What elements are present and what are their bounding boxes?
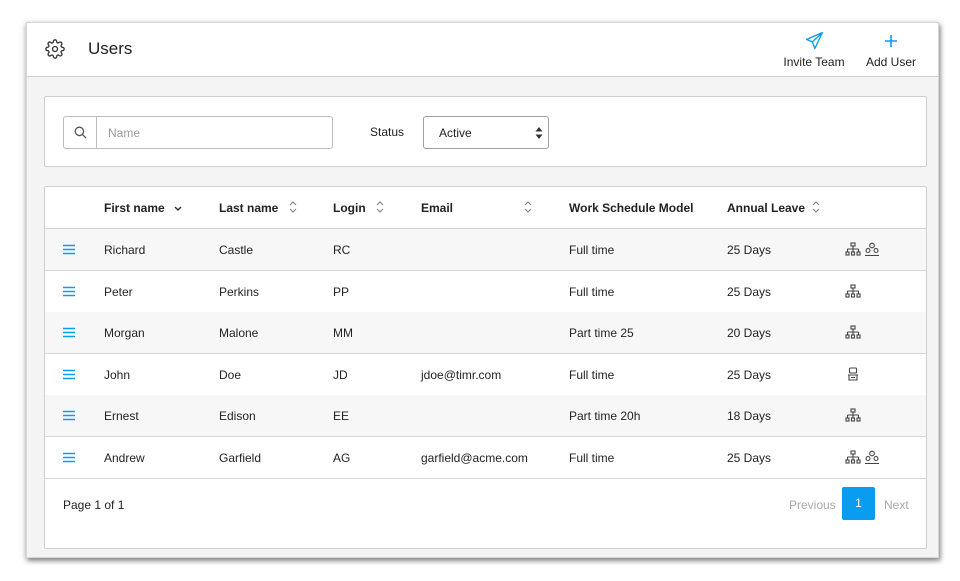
page-summary: Page 1 of 1: [63, 498, 125, 512]
sort-both-icon[interactable]: [811, 200, 821, 214]
search-box: [63, 116, 333, 149]
gear-icon[interactable]: [45, 39, 65, 59]
invite-team-label: Invite Team: [783, 55, 845, 69]
search-icon: [74, 126, 87, 139]
column-last-name[interactable]: Last name: [219, 201, 278, 215]
row-status-icons: [845, 284, 864, 298]
row-menu-icon[interactable]: [63, 369, 75, 380]
cell-first-name: Ernest: [104, 409, 139, 424]
table-row[interactable]: John Doe JD jdoe@timr.com Full time 25 Days: [45, 354, 926, 396]
cell-work-schedule: Full time: [569, 243, 615, 257]
cell-first-name: Richard: [104, 243, 146, 257]
cell-annual-leave: 20 Days: [727, 326, 772, 341]
cell-last-name: Garfield: [219, 451, 262, 465]
cell-last-name: Malone: [219, 326, 259, 341]
cell-last-name: Edison: [219, 409, 256, 424]
table-row[interactable]: Morgan Malone MM Part time 25 20 Days: [45, 312, 926, 355]
cell-email: jdoe@timr.com: [421, 367, 502, 382]
row-status-icons: [845, 450, 883, 465]
org-chart-icon: [845, 325, 861, 339]
cell-login: MM: [333, 326, 353, 341]
cell-email: garfield@acme.com: [421, 451, 528, 465]
add-user-button[interactable]: Add User: [863, 31, 919, 69]
row-menu-icon[interactable]: [63, 452, 75, 463]
page-1-button[interactable]: 1: [842, 487, 875, 520]
cell-work-schedule: Full time: [569, 284, 615, 299]
cell-login: AG: [333, 451, 351, 465]
cell-annual-leave: 18 Days: [727, 409, 772, 424]
column-first-name[interactable]: First name: [104, 201, 165, 215]
status-label: Status: [370, 125, 405, 139]
cell-work-schedule: Part time 20h: [569, 409, 641, 424]
row-menu-icon[interactable]: [63, 327, 75, 338]
org-chart-icon: [845, 284, 861, 298]
org-chart-icon: [845, 450, 861, 464]
previous-page-button[interactable]: Previous: [789, 498, 836, 512]
users-window: Users Invite Team Add User Sta: [26, 22, 939, 558]
cell-login: EE: [333, 409, 350, 424]
users-group-icon: [864, 242, 880, 257]
cell-login: JD: [333, 367, 348, 382]
status-select[interactable]: Active: [423, 116, 549, 149]
cell-login: PP: [333, 284, 350, 299]
plus-icon: [885, 35, 897, 47]
name-search-input[interactable]: [98, 117, 328, 148]
users-group-icon: [864, 450, 880, 465]
table-row[interactable]: Peter Perkins PP Full time 25 Days: [45, 271, 926, 313]
cell-annual-leave: 25 Days: [727, 243, 772, 257]
cell-last-name: Perkins: [219, 284, 260, 299]
column-login[interactable]: Login: [333, 201, 366, 215]
paper-plane-icon: [805, 31, 823, 50]
column-work-schedule-model: Work Schedule Model: [569, 201, 694, 215]
sort-both-icon[interactable]: [288, 200, 298, 214]
row-status-icons: [845, 325, 864, 339]
cell-annual-leave: 25 Days: [727, 367, 772, 382]
cell-last-name: Castle: [219, 243, 254, 257]
table-row[interactable]: Richard Castle RC Full time 25 Days: [45, 229, 926, 271]
table-header: First name Last name Login Email Work Sc…: [45, 187, 926, 229]
row-status-icons: [845, 242, 883, 257]
cell-first-name: John: [104, 367, 131, 382]
org-chart-icon: [845, 408, 861, 422]
cell-work-schedule: Full time: [569, 451, 615, 465]
column-annual-leave[interactable]: Annual Leave: [727, 201, 805, 215]
status-select-value: Active: [439, 126, 472, 140]
cell-last-name: Doe: [219, 367, 242, 382]
cell-work-schedule: Full time: [569, 367, 615, 382]
cell-first-name: Peter: [104, 284, 133, 299]
sort-both-icon[interactable]: [375, 200, 385, 214]
invite-team-button[interactable]: Invite Team: [781, 31, 847, 69]
row-menu-icon[interactable]: [63, 286, 75, 297]
cell-login: RC: [333, 243, 351, 257]
table-row[interactable]: Andrew Garfield AG garfield@acme.com Full ti…: [45, 437, 926, 479]
page-header: Users Invite Team Add User: [27, 23, 938, 77]
org-chart-icon: [845, 242, 861, 256]
row-status-icons: [845, 408, 864, 422]
table-row[interactable]: Ernest Edison EE Part time 20h 18 Days: [45, 395, 926, 438]
select-arrows-icon: [535, 127, 543, 139]
cell-annual-leave: 25 Days: [727, 284, 772, 299]
next-page-button[interactable]: Next: [884, 498, 909, 512]
row-menu-icon[interactable]: [63, 410, 75, 421]
row-status-icons: [845, 367, 864, 381]
column-email[interactable]: Email: [421, 201, 453, 215]
row-menu-icon[interactable]: [63, 244, 75, 255]
users-table: First name Last name Login Email Work Sc…: [44, 186, 927, 549]
cell-first-name: Andrew: [104, 451, 145, 465]
add-user-label: Add User: [865, 55, 917, 69]
cell-work-schedule: Part time 25: [569, 326, 634, 341]
cell-first-name: Morgan: [104, 326, 145, 341]
filter-panel: Status Active: [44, 96, 927, 167]
page-title: Users: [88, 39, 133, 58]
search-icon-box: [64, 117, 97, 148]
user-badge-icon: [845, 367, 861, 381]
sort-desc-icon[interactable]: [173, 202, 183, 216]
sort-both-icon[interactable]: [523, 200, 533, 214]
cell-annual-leave: 25 Days: [727, 451, 772, 465]
